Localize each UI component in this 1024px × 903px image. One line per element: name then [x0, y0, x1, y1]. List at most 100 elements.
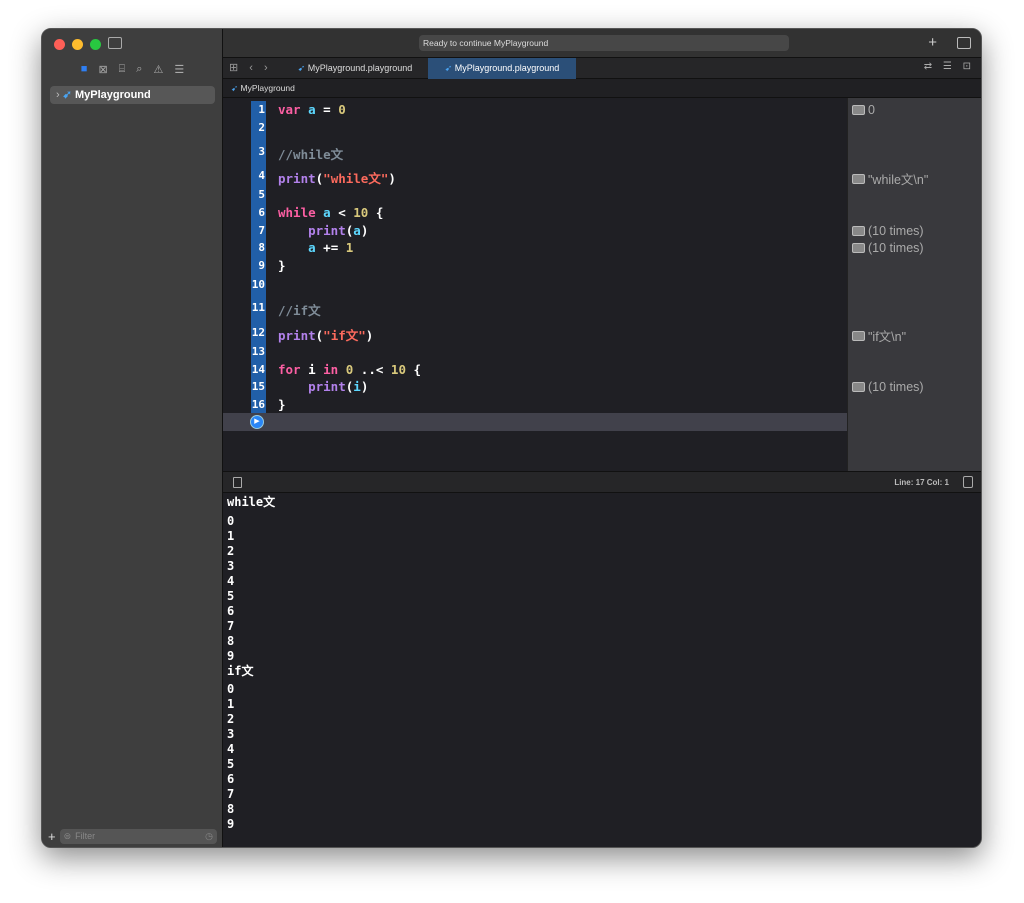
token-variable: a: [323, 205, 331, 220]
token-number: 10: [353, 205, 369, 220]
console-line: 0: [227, 514, 235, 528]
line-number: 10: [251, 278, 265, 291]
token-plain: ): [388, 171, 396, 186]
console-line: 2: [227, 712, 235, 726]
token-plain: {: [405, 362, 422, 377]
tab-nav-icons[interactable]: ⊞ ‹ ›: [229, 61, 272, 74]
result-text: (10 times): [868, 224, 924, 238]
main-area: Ready to continue MyPlayground + ⊞ ‹ › ➹…: [223, 29, 981, 847]
sidebar-toggle-icon[interactable]: [108, 37, 122, 49]
code-line[interactable]: //if文: [278, 300, 321, 319]
result-item[interactable]: (10 times): [852, 380, 924, 394]
line-number: 11: [251, 301, 265, 314]
chevron-right-icon[interactable]: ›: [56, 89, 60, 101]
activity-status: Ready to continue MyPlayground: [419, 35, 789, 51]
tab-myplayground-2[interactable]: ➹ MyPlayground.playground: [428, 58, 576, 79]
token-variable: a: [308, 102, 316, 117]
code-line[interactable]: print("if文"): [278, 325, 373, 344]
swift-icon: ➹: [297, 63, 308, 73]
source-control-icon[interactable]: ⊠: [98, 63, 107, 76]
token-function: print: [308, 379, 346, 394]
code-line[interactable]: print(i): [278, 379, 368, 394]
code-line[interactable]: }: [278, 397, 286, 412]
line-number: 12: [251, 326, 265, 339]
code-line[interactable]: print(a): [278, 223, 368, 238]
quick-look-icon[interactable]: [852, 382, 865, 392]
code-line[interactable]: print("while文"): [278, 168, 396, 187]
quick-look-icon[interactable]: [852, 226, 865, 236]
quick-look-icon[interactable]: [852, 173, 865, 184]
tab-myplayground-1[interactable]: ➹ MyPlayground.playground: [283, 58, 427, 79]
breadcrumb[interactable]: ➹ MyPlayground: [223, 79, 981, 98]
code-line[interactable]: a += 1: [278, 240, 353, 255]
token-keyword: while: [278, 205, 316, 220]
inspector-toggle-icon[interactable]: [957, 37, 971, 49]
recent-icon[interactable]: ◷: [205, 831, 213, 842]
run-icon[interactable]: ▶: [250, 415, 264, 429]
sidebar-item-myplayground[interactable]: › ➹ MyPlayground: [50, 86, 215, 104]
window-controls: [54, 39, 101, 50]
search-icon[interactable]: ⌕: [136, 63, 142, 76]
code-line[interactable]: while a < 10 {: [278, 205, 383, 220]
result-item[interactable]: (10 times): [852, 224, 924, 238]
tab-label: MyPlayground.playground: [307, 63, 413, 73]
code-line[interactable]: var a = 0: [278, 102, 346, 117]
quick-look-icon[interactable]: [852, 330, 865, 341]
hierarchy-icon[interactable]: ⌸: [119, 63, 126, 76]
line-number: 6: [258, 206, 265, 219]
console-line: 1: [227, 697, 235, 711]
console-line: 7: [227, 787, 235, 801]
result-item[interactable]: (10 times): [852, 241, 924, 255]
token-string: "if文": [323, 328, 366, 343]
result-item[interactable]: 0: [852, 103, 875, 117]
console-line: 8: [227, 802, 235, 816]
close-button[interactable]: [54, 39, 65, 50]
token-variable: a: [353, 223, 361, 238]
quick-look-icon[interactable]: [852, 105, 865, 115]
current-line: ▶: [223, 413, 847, 431]
result-item[interactable]: "while文\n": [852, 169, 928, 188]
filter-options-icon[interactable]: ⊜: [64, 831, 72, 842]
code-line[interactable]: //while文: [278, 144, 343, 163]
code-line[interactable]: }: [278, 258, 286, 273]
console-line: if文: [227, 664, 254, 678]
token-keyword: var: [278, 102, 301, 117]
editor-options-icons[interactable]: ⇄ ☰ ⊡: [924, 61, 975, 72]
result-text: "while文\n": [868, 173, 929, 187]
quick-look-icon[interactable]: [852, 243, 865, 253]
token-plain: ): [360, 379, 369, 394]
folder-icon[interactable]: ■: [81, 63, 88, 75]
token-function: print: [278, 171, 316, 186]
token-comment: //if文: [278, 303, 321, 318]
zoom-button[interactable]: [90, 39, 101, 50]
line-number: 13: [251, 345, 265, 358]
console-line: 2: [227, 544, 235, 558]
token-keyword: in: [323, 362, 339, 377]
add-icon[interactable]: +: [48, 829, 56, 844]
code-editor[interactable]: ▶ 1 var a = 0 2 3 //while文 4 print("while文") 5 6…: [223, 98, 847, 471]
line-number: 14: [251, 363, 265, 376]
hide-debug-area-icon[interactable]: [233, 477, 242, 488]
console-line: 0: [227, 682, 235, 696]
console-line: 4: [227, 742, 235, 756]
console-toggle-icon[interactable]: [963, 476, 973, 488]
line-number: 15: [251, 380, 265, 393]
add-library-icon[interactable]: +: [928, 34, 937, 51]
filter-input[interactable]: ⊜ Filter ◷: [59, 828, 217, 844]
report-icon[interactable]: ☰: [174, 63, 184, 76]
minimize-button[interactable]: [72, 39, 83, 50]
code-line[interactable]: for i in 0 ..< 10 {: [278, 362, 421, 377]
token-plain: +=: [315, 240, 346, 255]
console-output[interactable]: while文 0 1 2 3 4 5 6 7 8 9 if文 0 1 2 3 4 5 6 7 8 9: [223, 493, 981, 847]
results-sidebar: 0 "while文\n" (10 times) (10 times) "if文\n" (1…: [847, 98, 981, 471]
token-keyword: for: [278, 362, 301, 377]
result-item[interactable]: "if文\n": [852, 326, 906, 345]
token-plain: i: [300, 362, 324, 377]
warning-icon[interactable]: ⚠: [153, 63, 163, 76]
line-number: 16: [251, 398, 265, 411]
line-number: 2: [258, 121, 265, 134]
console-line: 6: [227, 772, 235, 786]
